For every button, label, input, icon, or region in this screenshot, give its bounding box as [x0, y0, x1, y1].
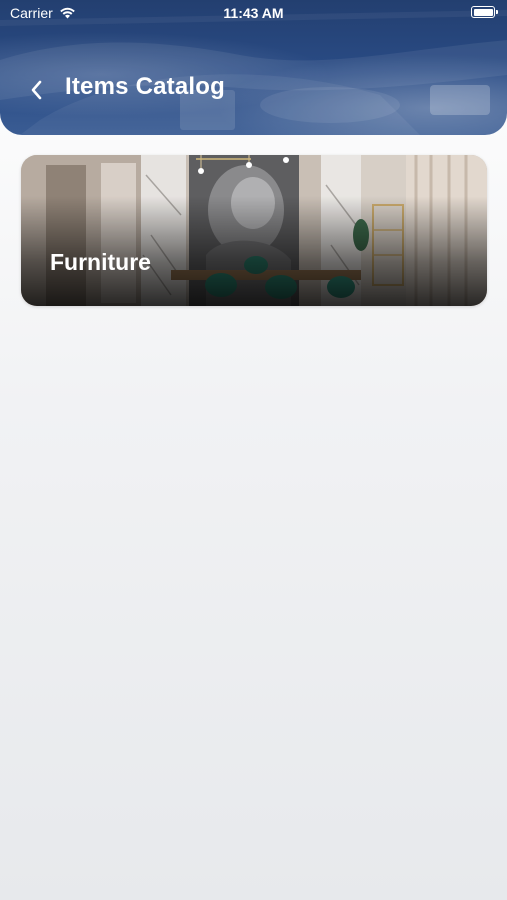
- header: Carrier 11:43 AM Items Catalog: [0, 0, 507, 135]
- category-card-label: Furniture: [50, 249, 151, 275]
- status-bar: Carrier 11:43 AM: [0, 0, 507, 28]
- battery-level: [473, 8, 493, 16]
- battery-icon: [471, 6, 498, 18]
- back-button[interactable]: [20, 72, 52, 108]
- chevron-left-icon: [31, 80, 42, 100]
- status-time: 11:43 AM: [223, 5, 284, 21]
- page-title: Items Catalog: [65, 73, 225, 100]
- category-card-furniture[interactable]: Furniture: [21, 155, 487, 306]
